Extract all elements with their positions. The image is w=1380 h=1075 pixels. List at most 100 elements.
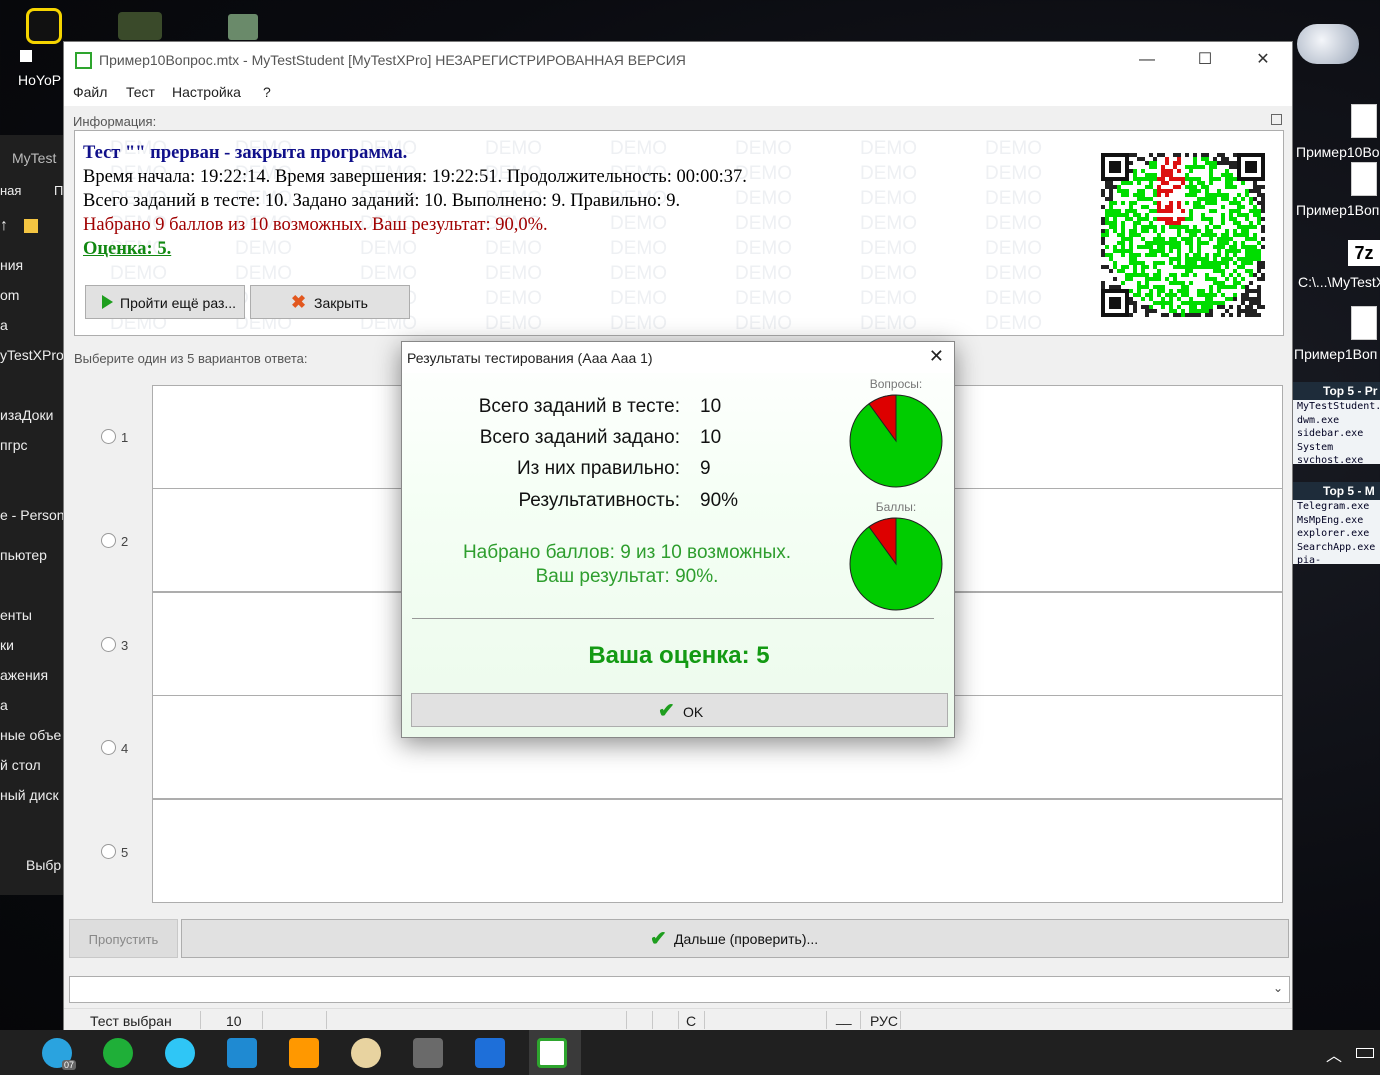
demo-watermark-text: DEMO bbox=[860, 163, 917, 184]
explorer-nav-item[interactable]: й стол bbox=[0, 757, 41, 773]
grade-text: Ваша оценка: 5 bbox=[588, 642, 770, 669]
sublime-icon[interactable] bbox=[289, 1038, 319, 1068]
paint-icon[interactable] bbox=[351, 1038, 381, 1068]
explorer-nav-item[interactable]: yTestXPro bbox=[0, 347, 64, 363]
explorer-nav-item[interactable]: ные объе bbox=[0, 727, 61, 743]
bottom-combobox[interactable]: ⌄ bbox=[69, 976, 1290, 1003]
next-check-button[interactable]: ✔ Дальше (проверить)... bbox=[181, 919, 1289, 958]
process-item: Telegram.exe bbox=[1297, 501, 1370, 512]
ok-button[interactable]: ✔ OK bbox=[411, 693, 948, 727]
minimize-button[interactable]: — bbox=[1118, 42, 1176, 78]
top5-mem-title: Top 5 - M bbox=[1293, 482, 1380, 500]
telegram-badge: 07 bbox=[62, 1060, 77, 1070]
explorer-nav-item[interactable]: пьютер bbox=[0, 547, 47, 563]
explorer-nav-item[interactable]: om bbox=[0, 287, 19, 303]
menu-help[interactable]: ? bbox=[263, 84, 271, 100]
close-window-button[interactable]: ✕ bbox=[1234, 42, 1292, 78]
dialog-title-bar[interactable]: Результаты тестирования (Ааа Ааа 1) bbox=[402, 342, 954, 373]
explorer-nav-item[interactable]: пгрс bbox=[0, 437, 27, 453]
chevron-up-icon[interactable]: ︿ bbox=[1326, 1042, 1342, 1066]
info-tasks-line: Всего заданий в тесте: 10. Задано задани… bbox=[83, 191, 681, 211]
desktop-file-label[interactable]: Пример10Во bbox=[1296, 144, 1380, 160]
menu-test[interactable]: Тест bbox=[126, 84, 155, 100]
status-separator bbox=[826, 1011, 827, 1029]
top5-cpu-title: Top 5 - Pr bbox=[1293, 382, 1380, 400]
popout-icon[interactable] bbox=[1271, 114, 1282, 125]
status-separator bbox=[262, 1011, 263, 1029]
results-dialog: Результаты тестирования (Ааа Ааа 1) ✕ Вс… bbox=[401, 341, 955, 738]
qr-code bbox=[1101, 153, 1265, 317]
demo-watermark-text: DEMO bbox=[985, 238, 1042, 259]
checkmark-icon: ✔ bbox=[650, 928, 667, 950]
desktop-app-icon[interactable] bbox=[118, 12, 162, 40]
mytest-icon[interactable] bbox=[537, 1038, 567, 1068]
7zip-icon: 7z bbox=[1348, 240, 1380, 266]
next-check-button-label: Дальше (проверить)... bbox=[674, 931, 819, 947]
status-separator bbox=[626, 1011, 627, 1029]
minecraft-pickaxe-icon[interactable] bbox=[228, 14, 258, 40]
vscode-icon[interactable] bbox=[227, 1038, 257, 1068]
answer-radio-5[interactable] bbox=[101, 844, 116, 859]
demo-watermark-text: DEMO bbox=[485, 313, 542, 334]
weather-cloud-icon bbox=[1297, 24, 1359, 64]
skip-button[interactable]: Пропустить bbox=[69, 919, 178, 958]
demo-watermark-text: DEMO bbox=[735, 263, 792, 284]
demo-watermark-text: DEMO bbox=[610, 313, 667, 334]
network-icon[interactable] bbox=[475, 1038, 505, 1068]
checkmark-icon: ✔ bbox=[658, 700, 675, 722]
desktop-file-label[interactable]: Пример1Воп bbox=[1296, 202, 1379, 218]
answer-radio-1[interactable] bbox=[101, 429, 116, 444]
ok-button-label: OK bbox=[683, 704, 704, 720]
process-item: pia-client.exe bbox=[1297, 555, 1322, 564]
status-separator bbox=[678, 1011, 679, 1029]
explorer-nav-item[interactable]: а bbox=[0, 317, 8, 333]
whatsapp-icon[interactable] bbox=[103, 1038, 133, 1068]
answer-radio-2[interactable] bbox=[101, 533, 116, 548]
window-title: Пример10Вопрос.mtx - MyTestStudent [MyTe… bbox=[99, 52, 686, 68]
explorer-text: П bbox=[54, 183, 64, 198]
explorer-nav-item[interactable]: ный диск bbox=[0, 787, 59, 803]
title-bar[interactable]: Пример10Вопрос.mtx - MyTestStudent [MyTe… bbox=[64, 42, 1292, 78]
demo-watermark-text: DEMO bbox=[985, 138, 1042, 159]
maximize-button[interactable]: ☐ bbox=[1176, 42, 1234, 78]
demo-watermark-text: DEMO bbox=[860, 263, 917, 284]
process-item: MyTestStudent. bbox=[1297, 401, 1380, 412]
answer-option-5[interactable] bbox=[152, 799, 1283, 903]
explorer-nav-item[interactable]: ажения bbox=[0, 667, 48, 683]
file-icon bbox=[1351, 162, 1377, 196]
dialog-close-icon[interactable]: ✕ bbox=[929, 346, 944, 367]
explorer-nav-item[interactable]: ния bbox=[0, 257, 23, 273]
stat-label: Всего заданий задано: bbox=[479, 427, 680, 448]
answer-radio-3[interactable] bbox=[101, 637, 116, 652]
explorer-nav-item[interactable]: ки bbox=[0, 637, 14, 653]
close-test-button[interactable]: ✖ Закрыть bbox=[250, 285, 410, 319]
demo-watermark-text: DEMO bbox=[985, 263, 1042, 284]
battery-icon[interactable] bbox=[1356, 1048, 1374, 1058]
explorer-nav-item[interactable]: изаДоки bbox=[0, 407, 53, 423]
menu-settings[interactable]: Настройка bbox=[172, 84, 241, 100]
calculator-icon[interactable] bbox=[413, 1038, 443, 1068]
process-item: dwm.exe bbox=[1297, 414, 1340, 426]
explorer-title: MyTest bbox=[12, 150, 57, 166]
retry-button-label: Пройти ещё раз... bbox=[120, 295, 237, 311]
desktop-file-label[interactable]: C:\...\MyTestX bbox=[1298, 274, 1380, 290]
demo-watermark-text: DEMO bbox=[360, 263, 417, 284]
info-label: Информация: bbox=[73, 114, 157, 129]
status-dash: __ bbox=[836, 1009, 852, 1025]
retry-button[interactable]: Пройти ещё раз... bbox=[85, 285, 245, 319]
bitrix24-icon[interactable] bbox=[165, 1038, 195, 1068]
answer-radio-4[interactable] bbox=[101, 740, 116, 755]
answer-number: 5 bbox=[121, 845, 129, 860]
explorer-nav-item[interactable]: Выбр bbox=[26, 857, 61, 873]
info-text: Тест "" прерван - закрыта программа. Вре… bbox=[83, 141, 747, 261]
menu-file[interactable]: Файл bbox=[73, 84, 107, 100]
explorer-nav-item[interactable]: e - Persona bbox=[0, 507, 72, 523]
desktop-file-label[interactable]: Пример1Воп bbox=[1294, 346, 1377, 362]
process-item: System bbox=[1297, 441, 1334, 453]
up-arrow-icon[interactable]: ↑ bbox=[0, 217, 8, 235]
explorer-nav-item[interactable]: а bbox=[0, 697, 8, 713]
stat-value: 9 bbox=[700, 458, 711, 479]
stat-label: Результативность: bbox=[518, 490, 680, 511]
explorer-nav-item[interactable]: енты bbox=[0, 607, 32, 623]
process-item: MsMpEng.exe bbox=[1297, 514, 1364, 526]
